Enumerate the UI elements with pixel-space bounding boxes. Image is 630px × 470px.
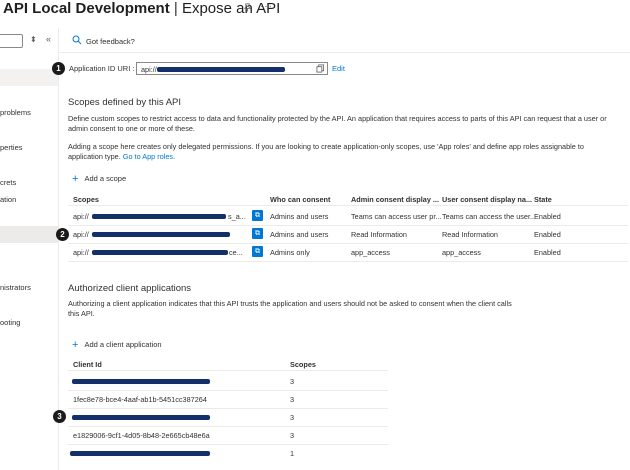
client-scopes: 3 (290, 395, 295, 404)
scope-suffix[interactable]: s_a... (228, 212, 246, 221)
table-divider (68, 370, 388, 371)
who-can-consent: Admins only (270, 248, 310, 257)
app-id-uri-prefix: api:// (141, 65, 157, 74)
pin-icon[interactable] (243, 3, 252, 14)
client-scopes: 1 (290, 449, 295, 458)
double-chevron-left-icon[interactable]: « (46, 34, 51, 44)
title-separator: | (169, 0, 182, 17)
sidebar-item-administrators[interactable]: nistrators (0, 283, 31, 292)
redacted-client-id (72, 415, 210, 420)
redacted-value (157, 67, 285, 72)
table-row: api:// s_a... ⧉ Admins and users Teams c… (68, 208, 628, 225)
more-icon[interactable]: ··· (260, 1, 273, 12)
admin-consent: Teams can access user pr... (351, 212, 442, 221)
scopes-heading: Scopes defined by this API (68, 97, 182, 108)
sidebar-item-selected[interactable] (0, 69, 58, 86)
who-can-consent: Admins and users (270, 230, 329, 239)
client-scopes: 3 (290, 413, 295, 422)
col-who-can-consent[interactable]: Who can consent (270, 195, 330, 204)
col-client-scopes[interactable]: Scopes (290, 360, 316, 369)
add-client-button[interactable]: + Add a client application (72, 338, 162, 351)
copy-icon[interactable]: ⧉ (252, 210, 263, 221)
feedback-button[interactable]: Got feedback? (72, 35, 135, 47)
add-client-label: Add a client application (84, 340, 162, 349)
sidebar-item-hover[interactable] (0, 226, 58, 243)
col-scopes[interactable]: Scopes (73, 195, 99, 204)
scope-prefix[interactable]: api:// (73, 248, 89, 257)
table-row: api:// ⧉ Admins and users Read Informati… (68, 226, 628, 243)
table-row: api:// ce... ⧉ Admins only app_access ap… (68, 244, 628, 261)
redacted-scope (92, 250, 228, 255)
state: Enabled (534, 248, 561, 257)
feedback-label: Got feedback? (86, 36, 135, 46)
user-consent: Read Information (442, 230, 498, 239)
user-consent: Teams can access the user... (442, 212, 537, 221)
user-consent: app_access (442, 248, 481, 257)
sidebar-item-secrets[interactable]: crets (0, 178, 16, 187)
app-roles-link[interactable]: Go to App roles. (123, 152, 175, 161)
scopes-description: Define custom scopes to restrict access … (68, 114, 607, 133)
table-row: e1829006-9cf1-4d05-8b48-2e665cb48e6a 3 (68, 427, 388, 444)
copy-icon[interactable]: ⧉ (252, 246, 263, 257)
copy-icon[interactable] (316, 64, 325, 75)
sidebar-search-input[interactable] (0, 34, 23, 48)
scope-prefix[interactable]: api:// (73, 212, 89, 221)
table-row: 3 (68, 409, 388, 426)
step-badge-1: 1 (52, 62, 65, 75)
col-user-consent[interactable]: User consent display na... (442, 195, 532, 204)
plus-icon: + (72, 338, 79, 351)
clients-heading: Authorized client applications (68, 283, 192, 294)
admin-consent: Read Information (351, 230, 407, 239)
row-divider (68, 261, 628, 262)
client-id[interactable]: 1fec8e78-bce4-4aaf-ab1b-5451cc387264 (73, 395, 207, 404)
page-title: API Local Development | Expose an API (3, 0, 280, 17)
add-scope-label: Add a scope (84, 174, 127, 183)
who-can-consent: Admins and users (270, 212, 329, 221)
client-scopes: 3 (290, 377, 295, 386)
client-id[interactable]: e1829006-9cf1-4d05-8b48-2e665cb48e6a (73, 431, 210, 440)
feedback-icon (72, 35, 82, 47)
plus-icon: + (72, 172, 79, 185)
app-id-label: Application ID URI : (69, 64, 135, 73)
table-row: 1fec8e78-bce4-4aaf-ab1b-5451cc387264 3 (68, 391, 388, 408)
add-scope-button[interactable]: + Add a scope (72, 172, 127, 185)
sidebar-item-problems[interactable]: problems (0, 108, 31, 117)
scope-suffix[interactable]: ce... (229, 248, 243, 257)
app-name: API Local Development (3, 0, 170, 17)
app-id-uri-field[interactable]: api:// (136, 62, 328, 75)
col-client-id[interactable]: Client Id (73, 360, 102, 369)
sidebar-item-troubleshooting[interactable]: ooting (0, 318, 20, 327)
col-state[interactable]: State (534, 195, 552, 204)
sidebar-divider (58, 28, 59, 470)
scopes-note: Adding a scope here creates only delegat… (68, 142, 613, 162)
scope-prefix[interactable]: api:// (73, 230, 89, 239)
redacted-client-id (72, 379, 210, 384)
state: Enabled (534, 230, 561, 239)
client-scopes: 3 (290, 431, 295, 440)
state: Enabled (534, 212, 561, 221)
step-badge-3: 3 (53, 410, 66, 423)
table-row: 1 (68, 445, 388, 462)
redacted-scope (92, 232, 230, 237)
admin-consent: app_access (351, 248, 390, 257)
redacted-scope (92, 214, 226, 219)
table-row: 3 (68, 373, 388, 390)
col-admin-consent[interactable]: Admin consent display ... (351, 195, 439, 204)
table-divider (68, 205, 628, 206)
toolbar-divider (60, 52, 630, 53)
redacted-client-id (70, 451, 210, 456)
updown-icon[interactable]: ⬍ (30, 35, 37, 44)
edit-uri-link[interactable]: Edit (332, 64, 345, 73)
sidebar-item-properties[interactable]: perties (0, 143, 23, 152)
clients-description: Authorizing a client application indicat… (68, 299, 512, 318)
sidebar-item-configuration[interactable]: ation (0, 195, 16, 204)
copy-icon[interactable]: ⧉ (252, 228, 263, 239)
